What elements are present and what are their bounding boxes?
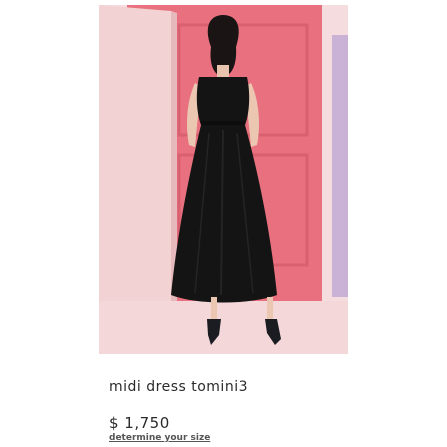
product-title: midi dress tomini3 xyxy=(109,379,248,395)
product-photo[interactable] xyxy=(99,5,348,354)
size-guide-link[interactable]: determine your size xyxy=(109,433,210,443)
product-price: $ 1,750 xyxy=(109,414,170,432)
neck xyxy=(217,65,229,77)
right-leg xyxy=(267,297,273,319)
right-panel xyxy=(332,35,348,297)
left-panel xyxy=(99,5,171,305)
dress-bodice xyxy=(196,77,250,125)
floor-shade xyxy=(99,301,348,354)
dress-photo-illustration xyxy=(99,5,348,354)
left-leg xyxy=(211,297,217,319)
